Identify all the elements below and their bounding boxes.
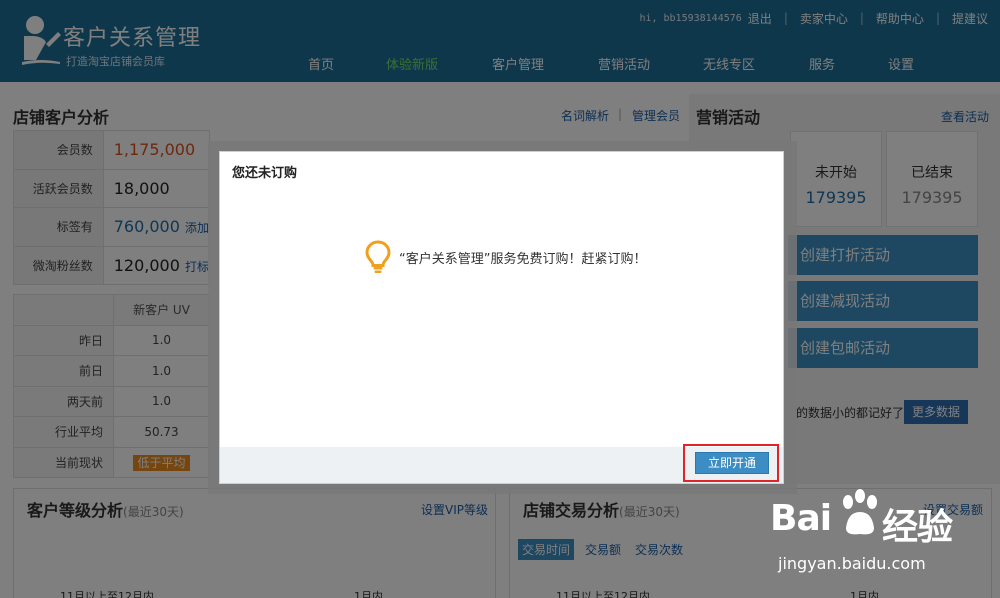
dialog-message: “客户关系管理”服务免费订购！赶紧订购！ <box>399 251 647 267</box>
subscribe-now-button[interactable]: 立即开通 <box>695 452 769 474</box>
paw-icon <box>843 489 877 535</box>
baidu-jingyan-watermark: Bai 经验 <box>770 488 1000 598</box>
watermark-url: jingyan.baidu.com <box>778 554 926 573</box>
watermark-text: Bai <box>770 498 832 539</box>
lightbulb-icon <box>365 240 391 273</box>
dialog-title: 您还未订购 <box>232 166 298 181</box>
highlight-box: 立即开通 <box>683 444 779 482</box>
subscribe-dialog: 您还未订购 “客户关系管理”服务免费订购！赶紧订购！ 立即开通 <box>219 151 784 484</box>
dialog-message-row: “客户关系管理”服务免费订购！赶紧订购！ <box>365 240 646 274</box>
watermark-text: 经验 <box>882 507 953 548</box>
dialog-footer: 立即开通 <box>220 444 783 483</box>
